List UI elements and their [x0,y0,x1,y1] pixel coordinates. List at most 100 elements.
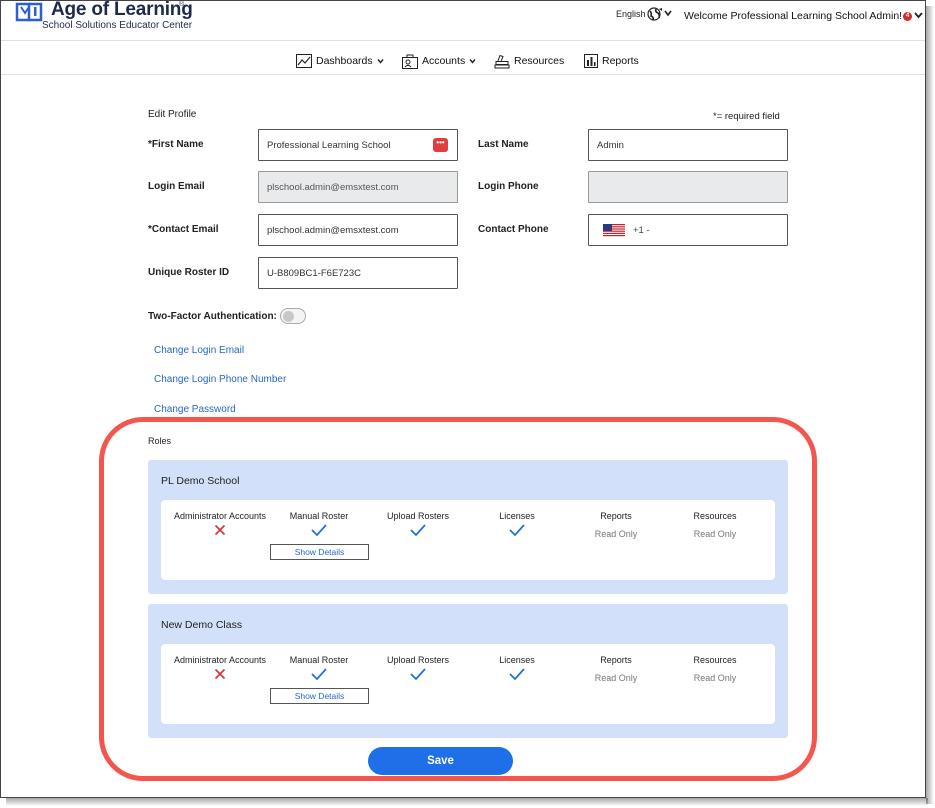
nav-reports[interactable]: Reports [584,52,639,70]
show-details-button[interactable]: Show Details [270,688,369,704]
column-header: Reports [600,511,632,521]
roster-id-label: Unique Roster ID [148,267,230,278]
books-icon [494,54,510,68]
logo-subtitle: School Solutions Educator Center [42,20,193,31]
column-header: Licenses [499,655,535,665]
nav-accounts-label: Accounts [422,55,466,67]
permission-licenses: Licenses [462,655,572,680]
save-button[interactable]: Save [368,747,513,775]
chevron-down-icon [377,59,384,64]
contact-phone-field[interactable]: +1 - [588,214,788,246]
nav-accounts[interactable]: Accounts [402,52,476,70]
language-selector[interactable]: English [616,9,646,19]
notification-badge[interactable]: 4 [903,12,912,21]
permission-resources: Resources Read Only [660,655,770,683]
checkmark-icon [410,524,426,536]
show-details-button[interactable]: Show Details [270,544,369,560]
permission-administrator-accounts: Administrator Accounts [165,511,275,536]
role-card: New Demo Class Administrator Accounts Ma… [148,604,788,738]
first-name-value: Professional Learning School [267,139,391,151]
logo-title: Age of Learning [51,0,193,20]
permission-value: Read Only [594,673,638,683]
permission-administrator-accounts: Administrator Accounts [165,655,275,680]
user-card-icon [402,54,418,69]
us-flag-icon[interactable] [603,223,625,237]
change-login-email-link[interactable]: Change Login Email [154,345,244,356]
chevron-down-icon[interactable] [664,9,672,17]
logo-registered-mark: ® [179,1,185,8]
column-header: Reports [600,655,632,665]
contact-email-label: *Contact Email [148,224,219,235]
column-header: Resources [693,655,737,665]
permission-value: Read Only [693,529,737,539]
cross-icon [214,524,226,536]
chevron-down-icon [469,59,476,64]
permission-manual-roster: Manual Roster [264,511,374,536]
roster-id-field[interactable]: U-B809BC1-F6E723C [258,257,458,289]
chart-icon [296,54,312,68]
role-permissions: Administrator Accounts Manual Roster Upl… [161,644,775,724]
role-card: PL Demo School Administrator Accounts Ma… [148,460,788,594]
column-header: Administrator Accounts [173,511,267,521]
login-email-field: plschool.admin@emsxtest.com [258,171,458,203]
nav-reports-label: Reports [602,55,639,67]
nav-resources[interactable]: Resources [494,52,564,70]
column-header: Upload Rosters [386,511,450,521]
checkmark-icon [311,524,327,536]
app-window: Age of Learning ® School Solutions Educa… [0,0,926,798]
login-phone-field [588,171,788,203]
contact-email-value: plschool.admin@emsxtest.com [267,224,399,236]
two-factor-toggle[interactable] [280,308,306,324]
two-factor-label: Two-Factor Authentication: [148,311,277,322]
permission-upload-rosters: Upload Rosters [363,511,473,536]
header-divider [1,40,925,41]
role-permissions: Administrator Accounts Manual Roster Upl… [161,500,775,580]
welcome-message[interactable]: Welcome Professional Learning School Adm… [684,10,902,22]
last-name-label: Last Name [478,139,529,150]
roster-id-value: U-B809BC1-F6E723C [267,267,361,279]
more-options-icon[interactable]: ••• [433,138,448,152]
column-header: Administrator Accounts [173,655,267,665]
window-shadow [926,6,934,804]
cross-icon [214,668,226,680]
permission-value: Read Only [693,673,737,683]
permission-licenses: Licenses [462,511,572,536]
login-email-value: plschool.admin@emsxtest.com [267,181,399,193]
last-name-field[interactable]: Admin [588,129,788,161]
login-email-label: Login Email [148,181,205,192]
permission-resources: Resources Read Only [660,511,770,539]
required-field-note: *= required field [713,111,780,122]
first-name-field[interactable]: Professional Learning School ••• [258,129,458,161]
login-phone-label: Login Phone [478,181,539,192]
nav-resources-label: Resources [514,55,565,67]
logo-icon [15,2,43,22]
permission-upload-rosters: Upload Rosters [363,655,473,680]
nav-dashboards[interactable]: Dashboards [296,52,384,70]
permission-manual-roster: Manual Roster [264,655,374,680]
country-code[interactable]: +1 - [633,225,650,236]
toggle-knob [283,311,294,322]
checkmark-icon [509,524,525,536]
nav-dashboards-label: Dashboards [316,55,373,67]
change-login-phone-link[interactable]: Change Login Phone Number [154,374,286,385]
checkmark-icon [311,668,327,680]
permission-value: Read Only [594,529,638,539]
first-name-label: *First Name [148,139,204,150]
permission-reports: Reports Read Only [561,511,671,539]
globe-icon[interactable] [647,7,663,21]
column-header: Manual Roster [289,511,349,521]
chevron-down-icon[interactable] [914,11,923,19]
window-shadow [6,798,928,806]
column-header: Licenses [499,511,535,521]
role-name: New Demo Class [161,619,243,631]
column-header: Resources [693,511,737,521]
column-header: Manual Roster [289,655,349,665]
nav-divider [1,74,925,75]
checkmark-icon [509,668,525,680]
contact-email-field[interactable]: plschool.admin@emsxtest.com [258,214,458,246]
change-password-link[interactable]: Change Password [154,404,236,415]
last-name-value: Admin [597,139,624,151]
column-header: Upload Rosters [386,655,450,665]
permission-reports: Reports Read Only [561,655,671,683]
contact-phone-label: Contact Phone [478,224,549,235]
